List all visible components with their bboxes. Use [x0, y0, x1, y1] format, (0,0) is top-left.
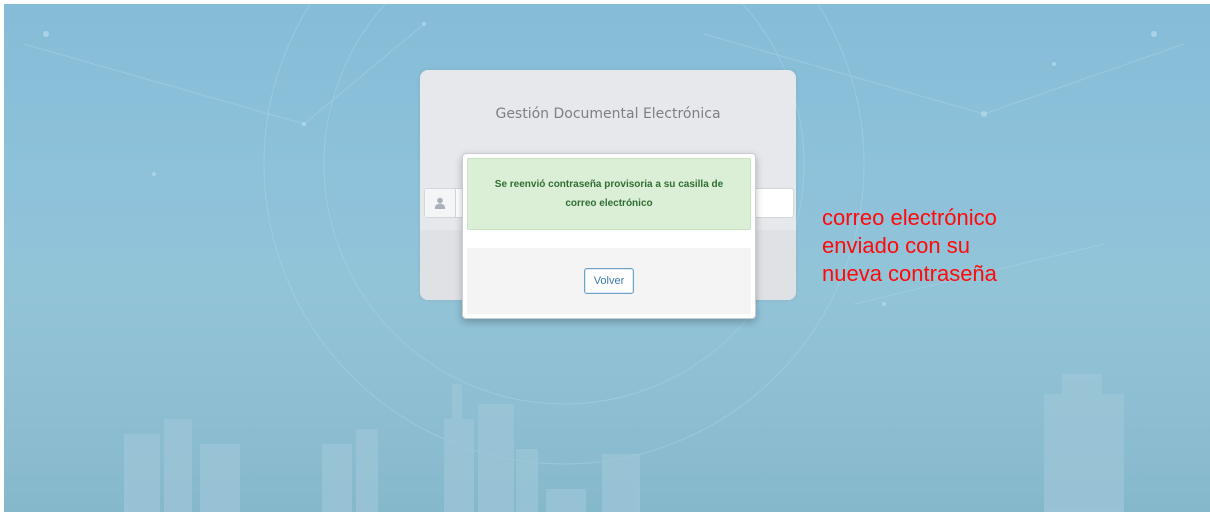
success-alert: Se reenvió contraseña provisoria a su ca… [467, 158, 751, 230]
annotation-note: correo electrónico enviado con su nueva … [822, 204, 997, 288]
confirmation-modal: Se reenvió contraseña provisoria a su ca… [462, 153, 756, 319]
annotation-line: correo electrónico [822, 205, 997, 230]
login-title: Gestión Documental Electrónica [495, 106, 721, 122]
volver-button[interactable]: Volver [584, 268, 634, 294]
alert-message: Se reenvió contraseña provisoria a su ca… [494, 179, 724, 209]
annotation-line: nueva contraseña [822, 261, 997, 286]
user-icon [425, 189, 456, 217]
annotation-line: enviado con su [822, 233, 970, 258]
modal-footer: Volver [467, 248, 751, 314]
